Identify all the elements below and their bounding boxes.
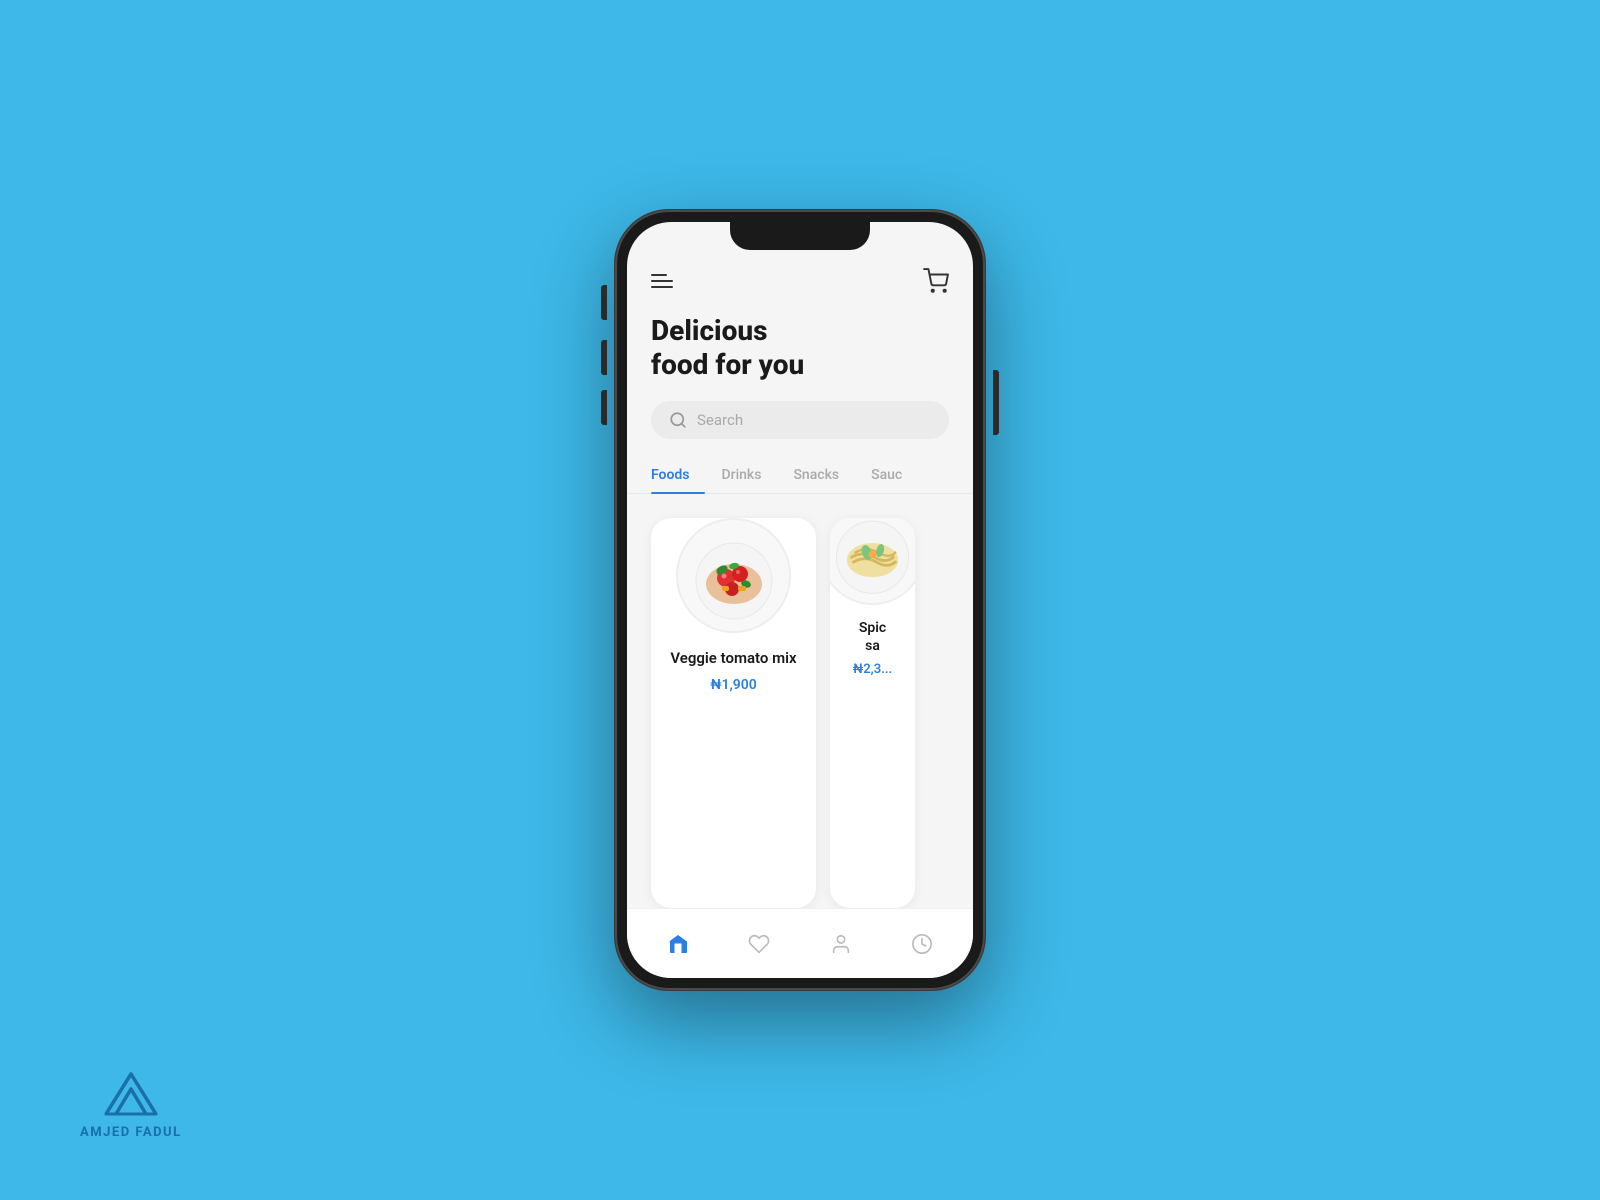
food-card-veggie[interactable]: Veggie tomato mix ₦1,900	[651, 518, 816, 908]
watermark-logo	[96, 1064, 166, 1119]
food-card-spicy[interactable]: Spicsa ₦2,3...	[830, 518, 915, 908]
category-tabs: Foods Drinks Snacks Sauc	[627, 439, 973, 494]
title-text: Delicious food for you	[651, 314, 949, 381]
watermark-text: AMJED FADUL	[80, 1125, 182, 1140]
phone-screen: Delicious food for you Search Foods	[627, 222, 973, 978]
menu-button[interactable]	[651, 274, 673, 288]
tab-drinks[interactable]: Drinks	[705, 459, 777, 493]
nav-home[interactable]	[656, 922, 700, 966]
tab-sauces[interactable]: Sauc	[855, 459, 905, 493]
home-icon	[666, 932, 690, 956]
food-image-veggie	[676, 518, 791, 633]
nav-favorites[interactable]	[737, 922, 781, 966]
search-icon	[669, 411, 687, 429]
app-content: Delicious food for you Search Foods	[627, 222, 973, 908]
nav-history[interactable]	[900, 922, 944, 966]
search-bar[interactable]: Search	[651, 401, 949, 439]
spicy-illustration	[830, 518, 915, 600]
food-card-veggie-price: ₦1,900	[710, 677, 757, 693]
food-cards-container: Veggie tomato mix ₦1,900	[627, 494, 973, 908]
food-card-veggie-name: Veggie tomato mix	[670, 649, 796, 669]
heart-icon	[748, 933, 770, 955]
bottom-nav	[627, 908, 973, 978]
phone-notch	[730, 222, 870, 250]
nav-profile[interactable]	[819, 922, 863, 966]
clock-icon	[911, 933, 933, 955]
app-title: Delicious food for you	[627, 294, 973, 381]
veggie-illustration	[684, 526, 784, 626]
cart-icon[interactable]	[923, 268, 949, 294]
watermark: AMJED FADUL	[80, 1064, 182, 1140]
search-container: Search	[627, 381, 973, 439]
search-placeholder: Search	[697, 411, 743, 429]
person-icon	[830, 933, 852, 955]
tab-foods[interactable]: Foods	[651, 459, 705, 493]
food-image-spicy	[830, 518, 915, 605]
food-card-spicy-price: ₦2,3...	[853, 662, 893, 677]
app-header	[627, 258, 973, 294]
phone-shell: Delicious food for you Search Foods	[615, 210, 985, 990]
tab-snacks[interactable]: Snacks	[777, 459, 855, 493]
food-card-spicy-name: Spicsa	[859, 619, 886, 655]
